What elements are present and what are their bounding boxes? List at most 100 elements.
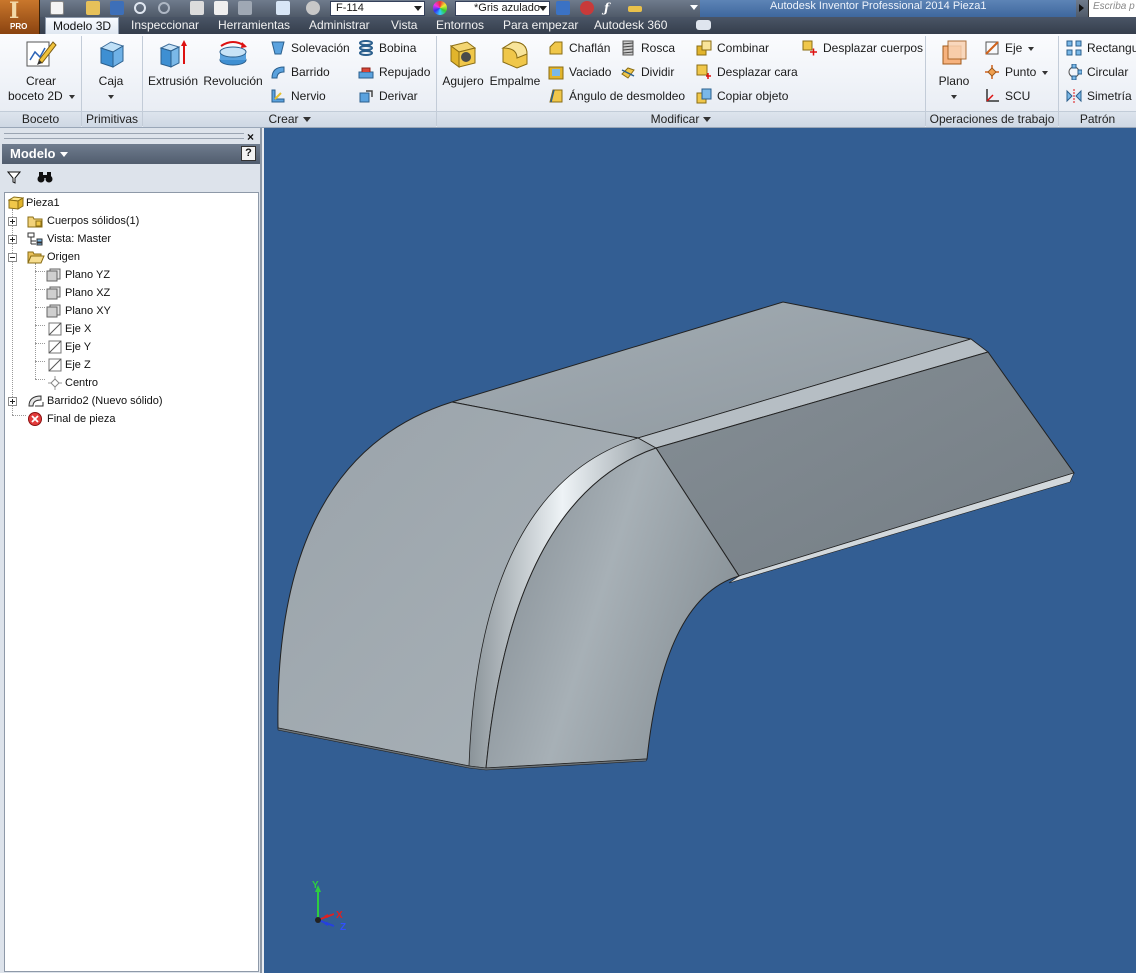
open-file-icon[interactable] <box>86 1 100 15</box>
expand-toggle[interactable] <box>8 397 17 406</box>
derive-button[interactable]: Derivar <box>358 86 418 106</box>
thread-button[interactable]: Rosca <box>620 38 675 58</box>
mirror-button[interactable]: Simetría <box>1066 86 1132 106</box>
derive-label: Derivar <box>379 89 418 103</box>
work-plane-icon <box>46 304 61 318</box>
move-face-button[interactable]: Desplazar cara <box>696 62 798 82</box>
print-icon[interactable] <box>190 1 204 15</box>
panel-title-boceto[interactable]: Boceto <box>0 111 81 127</box>
material-dropdown[interactable]: F-114 <box>330 1 425 16</box>
work-point-button[interactable]: Punto <box>984 62 1049 82</box>
update-icon[interactable] <box>306 1 320 15</box>
properties-icon[interactable] <box>214 1 228 15</box>
panel-title-crear[interactable]: Crear <box>143 111 436 127</box>
create-sketch-2d-button[interactable]: Crear boceto 2D <box>8 38 75 104</box>
sweep-feature-icon <box>28 395 44 407</box>
browser-header[interactable]: Modelo ? <box>2 144 260 164</box>
draft-button[interactable]: Ángulo de desmoldeo <box>548 86 685 106</box>
expand-toggle[interactable] <box>8 235 17 244</box>
filter-icon[interactable] <box>7 170 21 184</box>
mirror-icon <box>1066 89 1082 103</box>
coil-icon <box>359 40 373 56</box>
tab-modelo-3d[interactable]: Modelo 3D <box>45 17 120 34</box>
work-axis-icon <box>48 340 62 354</box>
tree-label: Final de pieza <box>47 413 116 425</box>
measure-icon[interactable] <box>628 6 642 12</box>
tree-label: Plano YZ <box>65 269 111 281</box>
tab-administrar[interactable]: Administrar <box>309 17 370 34</box>
rib-icon <box>271 89 285 103</box>
extrude-label: Extrusión <box>147 74 199 88</box>
model-tree: Pieza1 Cuerpos sólidos(1) Vista: Master … <box>4 192 259 972</box>
graphics-viewport[interactable]: Y X Z <box>264 128 1136 973</box>
application-menu-button[interactable]: I PRO <box>0 0 40 34</box>
search-expand-icon[interactable] <box>1079 4 1084 12</box>
coil-label: Bobina <box>379 41 417 55</box>
rectangular-pattern-button[interactable]: Rectangular <box>1066 38 1136 58</box>
return-icon[interactable] <box>238 1 252 15</box>
panel-title-primitivas[interactable]: Primitivas <box>82 111 142 127</box>
open-folder-icon <box>27 251 45 264</box>
coil-button[interactable]: Bobina <box>358 38 416 58</box>
folder-bodies-icon <box>27 216 43 228</box>
tab-vista[interactable]: Vista <box>391 17 417 34</box>
box-primitive-button[interactable]: Caja <box>86 38 136 104</box>
tab-inspeccionar[interactable]: Inspeccionar <box>131 17 199 34</box>
panel-title-operaciones[interactable]: Operaciones de trabajo <box>926 111 1058 127</box>
close-icon[interactable]: × <box>247 130 254 144</box>
help-icon[interactable]: ? <box>241 146 256 161</box>
tab-herramientas[interactable]: Herramientas <box>218 17 290 34</box>
revolve-button[interactable]: Revolución <box>202 38 264 89</box>
select-icon[interactable] <box>276 1 290 15</box>
new-file-icon[interactable] <box>50 1 64 15</box>
tree-connector <box>12 415 26 416</box>
move-bodies-icon <box>802 40 817 56</box>
circular-pattern-button[interactable]: Circular <box>1066 62 1128 82</box>
combine-button[interactable]: Combinar <box>696 38 769 58</box>
appearance-dropdown[interactable]: *Gris azulado <box>455 1 550 16</box>
ribbon-options-icon[interactable] <box>696 20 711 30</box>
quick-access-toolbar: F-114 *Gris azulado ƒ Autodesk Inventor … <box>0 0 1136 17</box>
loft-button[interactable]: Solevación <box>270 38 350 58</box>
extrude-button[interactable]: Extrusión <box>146 38 200 89</box>
help-search-input[interactable]: Escriba p <box>1088 0 1136 17</box>
hole-button[interactable]: Agujero <box>440 38 486 89</box>
emboss-button[interactable]: Repujado <box>358 62 430 82</box>
tree-connector <box>35 379 45 380</box>
move-bodies-button[interactable]: Desplazar cuerpos <box>802 38 923 58</box>
undo-icon[interactable] <box>134 2 146 14</box>
triad-z-label: Z <box>340 922 347 933</box>
adjust-icon[interactable] <box>580 1 594 15</box>
tab-entornos[interactable]: Entornos <box>436 17 484 34</box>
view-representation-icon <box>27 232 43 246</box>
work-axis-button[interactable]: Eje <box>984 38 1035 58</box>
clear-appearance-icon[interactable] <box>556 1 570 15</box>
sweep-button[interactable]: Barrido <box>270 62 330 82</box>
rectangular-pattern-label: Rectangular <box>1087 41 1136 55</box>
copy-object-button[interactable]: Copiar objeto <box>696 86 788 106</box>
work-plane-button[interactable]: Plano <box>932 38 976 104</box>
tab-para-empezar[interactable]: Para empezar <box>503 17 578 34</box>
shell-button[interactable]: Vaciado <box>548 62 611 82</box>
fillet-label: Empalme <box>489 74 541 88</box>
function-icon[interactable]: ƒ <box>604 1 618 15</box>
save-icon[interactable] <box>110 1 124 15</box>
fillet-button[interactable]: Empalme <box>488 38 542 89</box>
expand-toggle[interactable] <box>8 217 17 226</box>
tab-autodesk-360[interactable]: Autodesk 360 <box>594 17 667 34</box>
collapse-toggle[interactable] <box>8 253 17 262</box>
find-binoculars-icon[interactable] <box>37 170 53 184</box>
part-model[interactable] <box>264 128 1136 973</box>
split-button[interactable]: Dividir <box>620 62 674 82</box>
chamfer-button[interactable]: Chaflán <box>548 38 610 58</box>
color-wheel-icon[interactable] <box>433 1 447 15</box>
circular-pattern-icon <box>1068 64 1082 80</box>
customize-icon[interactable] <box>686 1 700 15</box>
create-sketch-label-1: Crear <box>25 74 56 88</box>
panel-title-patron[interactable]: Patrón <box>1059 111 1136 127</box>
redo-icon[interactable] <box>158 2 170 14</box>
panel-title-modificar[interactable]: Modificar <box>437 111 925 127</box>
ucs-button[interactable]: SCU <box>984 86 1030 106</box>
rib-button[interactable]: Nervio <box>270 86 326 106</box>
browser-grip[interactable] <box>4 133 244 139</box>
